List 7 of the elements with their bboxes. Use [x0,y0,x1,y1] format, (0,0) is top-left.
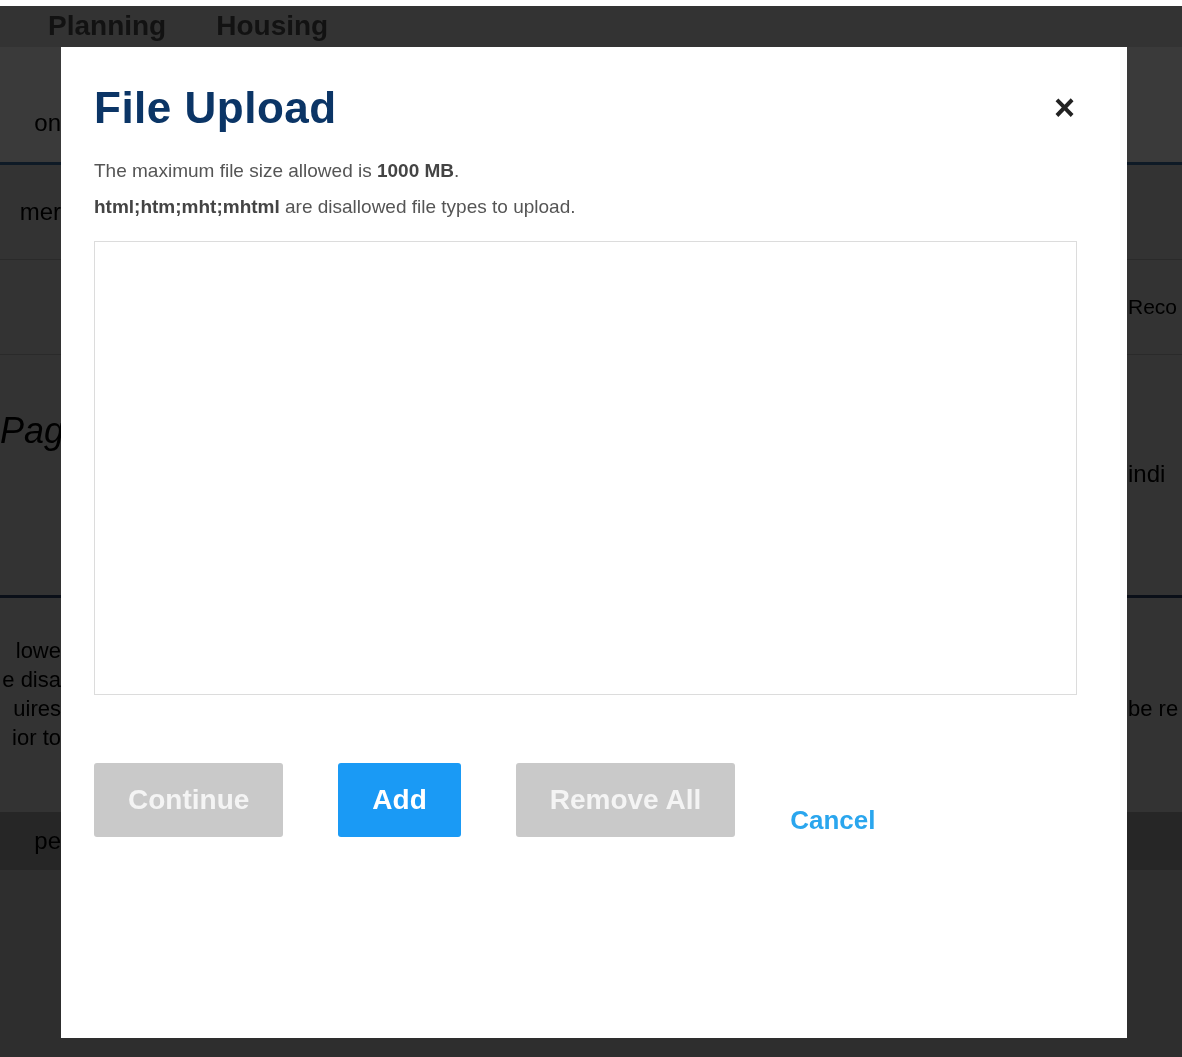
info-text: html;htm;mht;mhtml are disallowed file types to upload. [94,195,577,219]
background-text: on [33,108,61,137]
info-text: The maximum file size allowed is 1000 MB. [94,159,461,183]
cancel-link[interactable]: Cancel [790,804,876,836]
action-button[interactable]: Add [338,763,461,837]
dialog-title: File Upload [94,83,337,133]
close-button[interactable]: × [1051,90,1077,126]
